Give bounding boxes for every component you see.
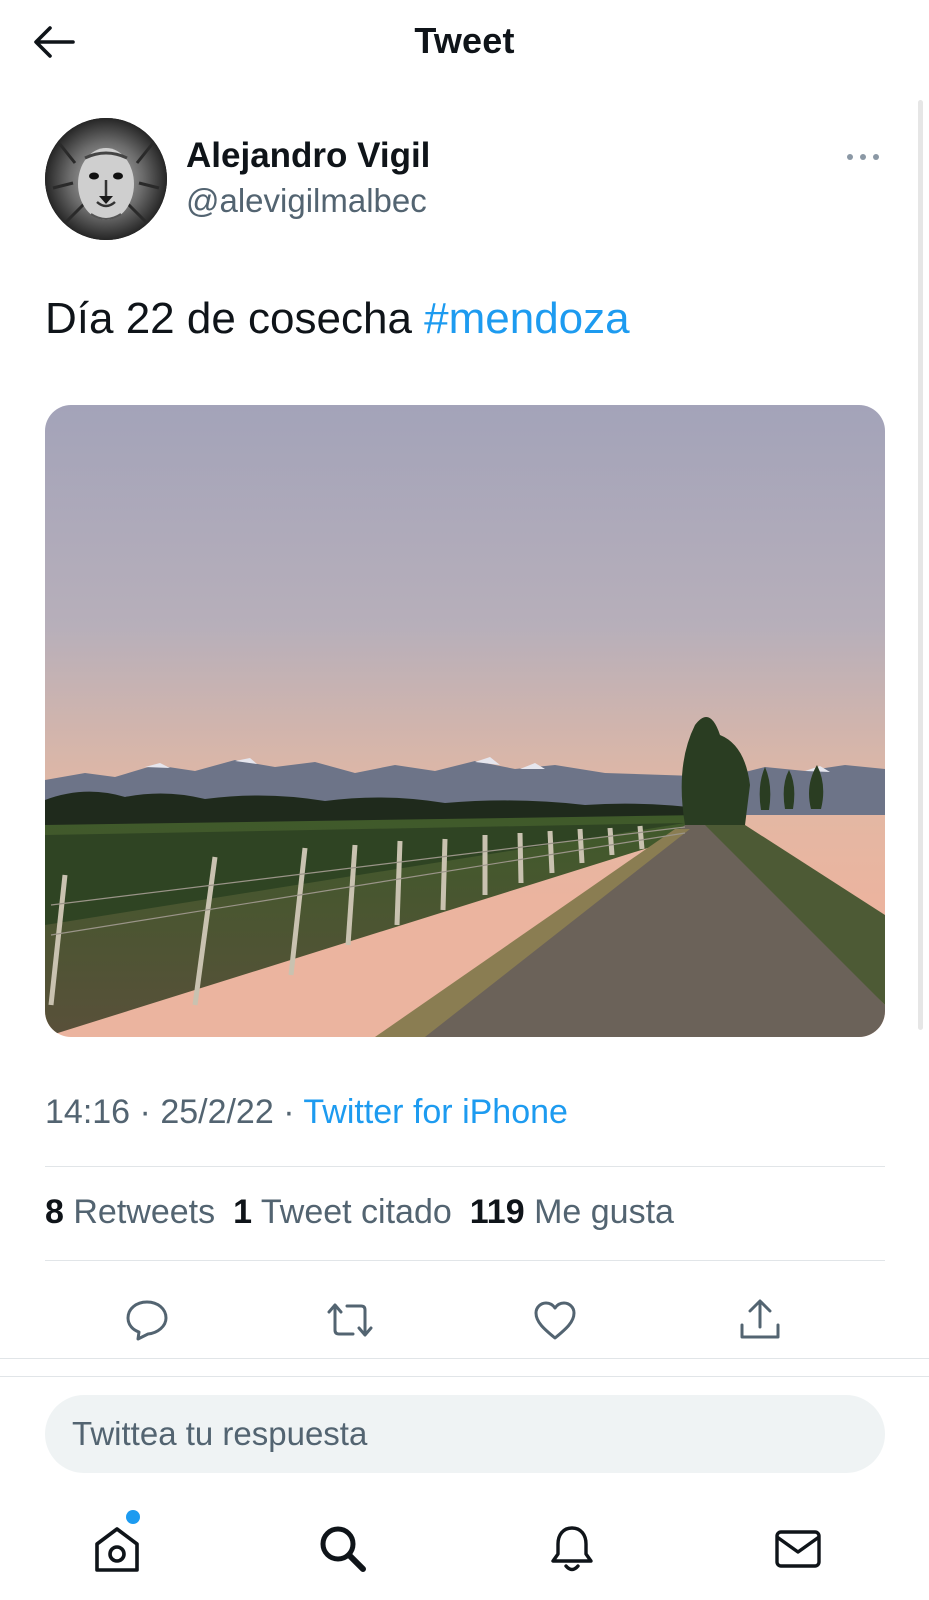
reply-icon — [126, 1300, 168, 1341]
hashtag-link[interactable]: #mendoza — [424, 294, 629, 343]
more-horizontal-icon — [847, 154, 879, 160]
tweet-body: Día 22 de cosecha — [45, 294, 425, 343]
scrollbar[interactable] — [918, 100, 923, 1030]
reply-button[interactable] — [115, 1288, 179, 1352]
tweet-actions — [45, 1288, 885, 1352]
likes-stat[interactable]: 119 Me gusta — [470, 1193, 674, 1232]
reply-composer[interactable] — [45, 1395, 885, 1473]
messages-icon — [775, 1530, 821, 1568]
tweet-meta: 14:16 · 25/2/22 · Twitter for iPhone — [45, 1093, 568, 1132]
quotes-count: 1 — [233, 1193, 253, 1231]
like-button[interactable] — [523, 1288, 587, 1352]
divider — [45, 1166, 885, 1167]
meta-separator: · — [130, 1093, 161, 1131]
author-name[interactable]: Alejandro Vigil — [186, 136, 430, 176]
meta-separator: · — [273, 1093, 304, 1131]
vineyard-photo — [45, 405, 885, 1037]
nav-home[interactable] — [82, 1510, 152, 1584]
quotes-label: Tweet citado — [260, 1193, 452, 1231]
bottom-nav — [0, 1500, 929, 1600]
divider — [0, 1358, 929, 1359]
likes-label: Me gusta — [534, 1193, 674, 1231]
search-icon — [320, 1526, 366, 1572]
retweets-stat[interactable]: 8 Retweets — [45, 1193, 215, 1232]
notifications-icon — [551, 1526, 593, 1572]
engagement-stats: 8 Retweets 1 Tweet citado 119 Me gusta — [45, 1193, 674, 1232]
home-notification-dot — [126, 1510, 140, 1524]
tweet-date: 25/2/22 — [160, 1093, 274, 1131]
retweet-icon — [327, 1303, 373, 1337]
quotes-stat[interactable]: 1 Tweet citado — [233, 1193, 452, 1232]
page-title: Tweet — [414, 20, 515, 61]
divider — [0, 1376, 929, 1377]
retweets-label: Retweets — [73, 1193, 216, 1231]
likes-count: 119 — [469, 1193, 525, 1231]
tweet-time: 14:16 — [45, 1093, 131, 1131]
author-handle[interactable]: @alevigilmalbec — [186, 182, 427, 220]
divider — [45, 1260, 885, 1261]
nav-notifications[interactable] — [537, 1514, 607, 1584]
retweet-button[interactable] — [318, 1288, 382, 1352]
top-bar: Tweet — [0, 0, 929, 88]
tweet-text: Día 22 de cosecha #mendoza — [45, 294, 630, 344]
nav-search[interactable] — [308, 1514, 378, 1584]
like-icon — [534, 1301, 576, 1340]
tweet-image[interactable] — [45, 405, 885, 1037]
tweet-source-link[interactable]: Twitter for iPhone — [303, 1093, 568, 1131]
avatar[interactable] — [45, 118, 167, 240]
more-options-button[interactable] — [840, 142, 886, 172]
share-icon — [740, 1299, 780, 1339]
nav-messages[interactable] — [763, 1514, 833, 1584]
retweets-count: 8 — [45, 1193, 64, 1231]
reply-input[interactable] — [45, 1395, 885, 1473]
lion-avatar-icon — [45, 118, 167, 240]
share-button[interactable] — [728, 1288, 792, 1352]
home-icon — [95, 1527, 139, 1572]
